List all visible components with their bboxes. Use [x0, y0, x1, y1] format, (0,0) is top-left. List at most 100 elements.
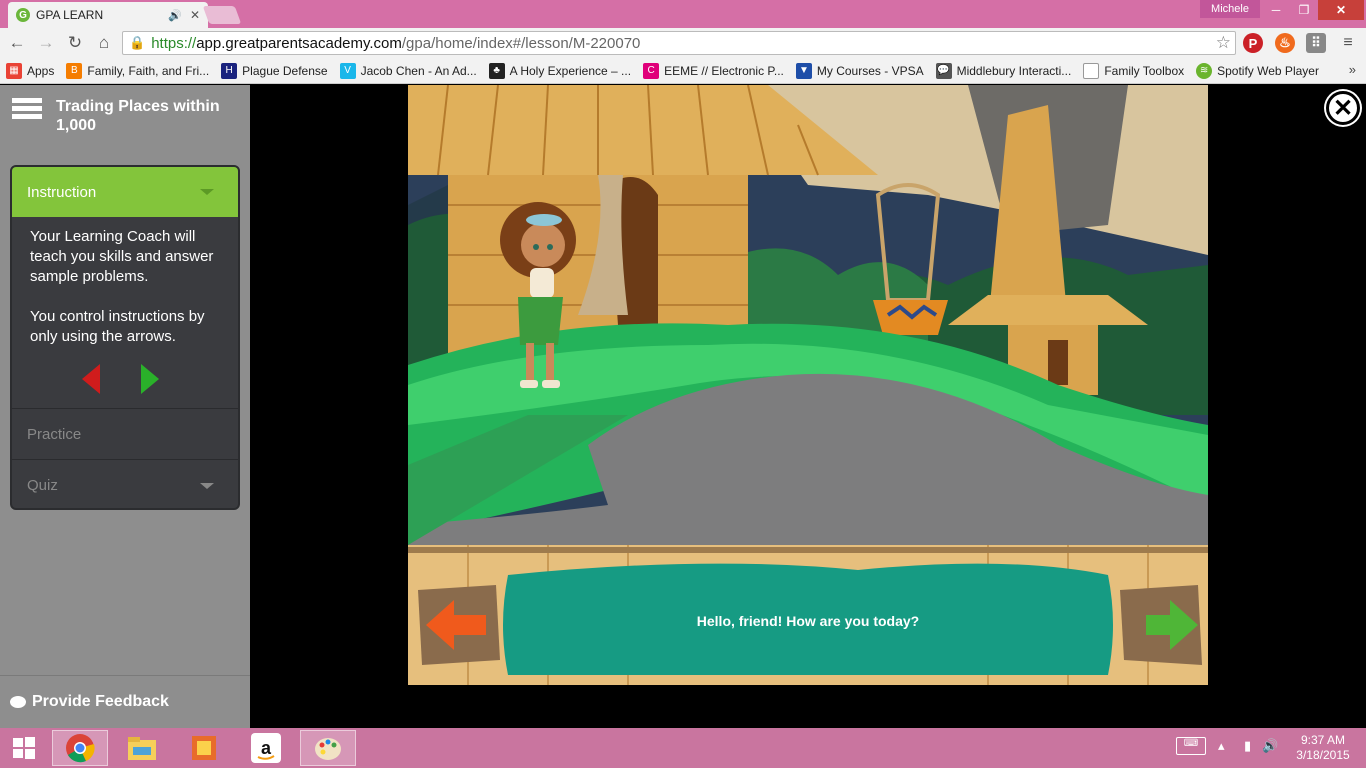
taskbar-amazon[interactable]: a [238, 730, 294, 766]
instruction-arrows [82, 364, 172, 394]
new-tab-button[interactable] [202, 6, 242, 24]
quiz-label: Quiz [27, 476, 58, 494]
keyboard-icon[interactable]: ⌨ [1176, 737, 1206, 755]
shield-icon: ▼ [795, 62, 812, 79]
taskbar-office[interactable] [176, 730, 232, 766]
show-hidden-icons-icon[interactable]: ▴ [1218, 738, 1225, 754]
hamburger-menu-icon[interactable] [12, 98, 42, 120]
bookmark-label: Family Toolbox [1104, 63, 1185, 78]
clock-date: 3/18/2015 [1296, 748, 1350, 762]
svg-text:a: a [261, 738, 272, 758]
provide-feedback-button[interactable]: Provide Feedback [0, 675, 250, 728]
browser-titlebar: G GPA LEARN 🔊 ✕ Michele ─ ❐ ✕ [0, 0, 1366, 28]
forward-icon[interactable]: → [35, 32, 57, 54]
taskbar-file-explorer[interactable] [114, 730, 170, 766]
browser-toolbar: ← → ↻ ⌂ 🔒 https://app.greatparentsacadem… [0, 28, 1366, 58]
instruction-section-header[interactable]: Instruction [12, 167, 238, 217]
bookmark-item[interactable]: Family Toolbox [1083, 62, 1185, 79]
vimeo-icon: V [339, 62, 356, 79]
reload-icon[interactable]: ↻ [64, 32, 86, 54]
chrome-icon [66, 734, 95, 763]
back-icon[interactable]: ← [6, 32, 28, 54]
chrome-menu-icon[interactable]: ≡ [1338, 33, 1358, 53]
next-slide-arrow[interactable] [1120, 585, 1205, 665]
bookmark-label: A Holy Experience – ... [509, 63, 632, 78]
taskbar-paint[interactable] [300, 730, 356, 766]
previous-arrow-icon[interactable] [82, 364, 100, 394]
start-button[interactable] [0, 730, 48, 766]
spotify-icon: ≋ [1196, 62, 1213, 79]
next-arrow-icon[interactable] [141, 364, 159, 394]
profile-button[interactable]: Michele [1200, 0, 1260, 18]
bookmark-item[interactable]: ▼ My Courses - VPSA [795, 62, 924, 79]
jungle-scene-illustration [408, 85, 1208, 685]
bookmark-label: Jacob Chen - An Ad... [360, 63, 477, 78]
chevron-down-icon [200, 483, 214, 489]
game-scene: Hello, friend! How are you today? [408, 85, 1208, 685]
bookmark-item[interactable]: ♣ A Holy Experience – ... [488, 62, 632, 79]
speech-bubble-icon [10, 696, 26, 708]
clock-time: 9:37 AM [1300, 733, 1346, 747]
instruction-label: Instruction [27, 183, 97, 201]
bookmark-label: Middlebury Interacti... [956, 63, 1072, 78]
chevron-down-icon [200, 189, 214, 195]
address-bar[interactable]: 🔒 https://app.greatparentsacademy.com/gp… [122, 31, 1236, 55]
windows-logo-icon [13, 737, 35, 759]
amazon-icon: a [251, 733, 281, 763]
speaker-icon[interactable]: 🔊 [168, 9, 182, 22]
bookmark-star-icon[interactable]: ☆ [1216, 33, 1231, 53]
close-tab-icon[interactable]: ✕ [190, 8, 200, 22]
pinterest-icon[interactable]: P [1243, 33, 1263, 53]
url-path: /gpa/home/index#/lesson/M-220070 [401, 34, 641, 52]
browser-tab[interactable]: G GPA LEARN 🔊 ✕ [8, 2, 208, 28]
windows-taskbar: a ⌨ ▴ ▮ 🔊 9:37 AM 3/18/2015 [0, 728, 1366, 768]
lesson-stage: ✕ Hello, friend! How are you today? [250, 85, 1366, 728]
close-lesson-icon[interactable]: ✕ [1326, 91, 1360, 125]
bookmark-label: Plague Defense [242, 63, 328, 78]
url-host: app.greatparentsacademy.com [196, 34, 402, 52]
previous-slide-arrow[interactable] [418, 585, 503, 665]
hf-icon: H [221, 62, 238, 79]
eeme-icon: C [643, 62, 660, 79]
instruction-text-1: Your Learning Coach will teach you skill… [30, 228, 214, 285]
bookmarks-overflow-button[interactable]: » [1349, 62, 1356, 77]
office-icon [192, 736, 216, 760]
battery-icon[interactable]: ▮ [1244, 738, 1251, 754]
chat-icon: 💬 [935, 62, 952, 79]
bookmark-apps[interactable]: ▦ Apps [6, 62, 54, 79]
paint-icon [315, 738, 341, 760]
url-scheme: https:// [151, 34, 197, 52]
volume-icon[interactable]: 🔊 [1262, 738, 1278, 754]
bookmark-item[interactable]: H Plague Defense [221, 62, 328, 79]
bookmark-label: Family, Faith, and Fri... [87, 63, 210, 78]
lesson-title: Trading Places within 1,000 [56, 98, 220, 134]
bookmark-item[interactable]: ≋ Spotify Web Player [1196, 62, 1319, 79]
bookmark-item[interactable]: 💬 Middlebury Interacti... [935, 62, 1072, 79]
minimize-button[interactable]: ─ [1262, 0, 1290, 20]
home-icon[interactable]: ⌂ [93, 32, 115, 54]
practice-label: Practice [27, 425, 82, 443]
bookmark-label: EEME // Electronic P... [664, 63, 784, 78]
blogger-icon: B [66, 62, 83, 79]
lesson-sections-panel: Instruction Your Learning Coach will tea… [10, 165, 240, 510]
bookmark-item[interactable]: C EEME // Electronic P... [643, 62, 784, 79]
bookmark-item[interactable]: V Jacob Chen - An Ad... [339, 62, 477, 79]
tab-title: GPA LEARN [36, 8, 104, 22]
extension-icon[interactable]: ⠿ [1306, 33, 1326, 53]
quiz-section[interactable]: Quiz [12, 459, 238, 508]
maximize-button[interactable]: ❐ [1290, 0, 1318, 20]
system-clock[interactable]: 9:37 AM 3/18/2015 [1290, 733, 1356, 763]
feedback-label: Provide Feedback [32, 693, 169, 710]
bookmarks-bar: ▦ Apps B Family, Faith, and Fri... H Plague… [0, 58, 1366, 84]
file-explorer-icon [128, 737, 156, 760]
taskbar-chrome[interactable] [52, 730, 108, 766]
flame-extension-icon[interactable]: ♨ [1275, 33, 1295, 53]
lesson-sidebar: Trading Places within 1,000 Instruction … [0, 85, 250, 728]
gpa-favicon-icon: G [16, 8, 30, 22]
practice-section[interactable]: Practice [12, 408, 238, 459]
lock-icon: 🔒 [129, 35, 146, 50]
bookmark-item[interactable]: B Family, Faith, and Fri... [66, 62, 210, 79]
instruction-text-2: You control instructions by only using t… [30, 308, 205, 345]
window-close-button[interactable]: ✕ [1318, 0, 1364, 20]
page-icon [1083, 62, 1100, 79]
